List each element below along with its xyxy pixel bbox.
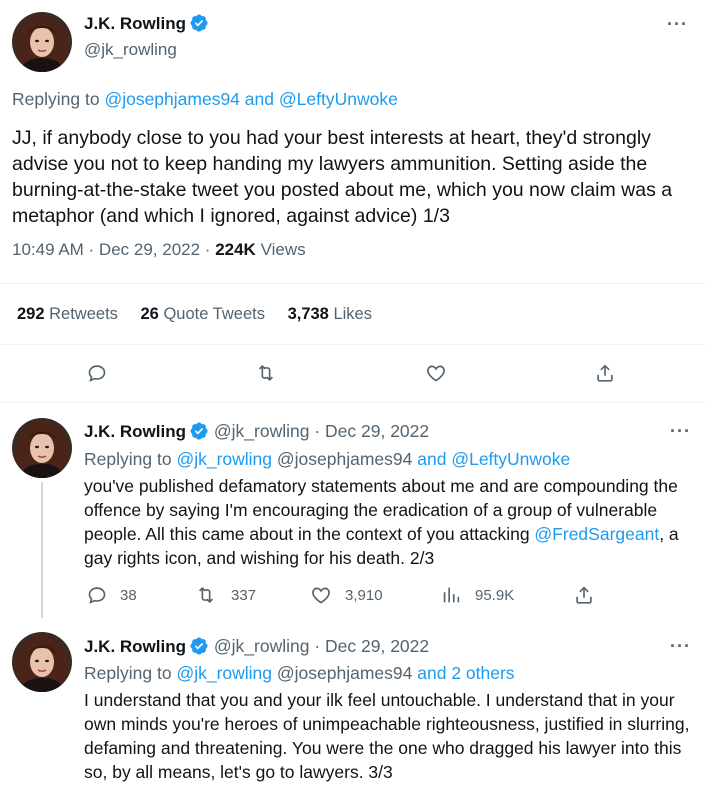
thread-line xyxy=(41,482,43,618)
reply-count: 38 xyxy=(120,586,137,604)
reply-handle[interactable]: @jk_rowling xyxy=(214,421,310,441)
mention-link[interactable]: @LeftyUnwoke xyxy=(451,449,570,469)
reply-bubble-icon xyxy=(86,584,108,606)
verified-badge-icon xyxy=(189,421,209,441)
replying-to-line: Replying to @josephjames94 and @LeftyUnw… xyxy=(12,89,398,110)
reply-text: I understand that you and your ilk feel … xyxy=(84,690,690,782)
more-options-icon[interactable]: ··· xyxy=(670,421,691,442)
retweet-count: 337 xyxy=(231,586,257,604)
views-button[interactable]: 95.9K xyxy=(440,584,514,606)
reply-avatar[interactable] xyxy=(12,632,72,692)
heart-icon xyxy=(425,362,447,384)
author-handle[interactable]: @jk_rowling xyxy=(84,40,177,60)
reply-author-name[interactable]: J.K. Rowling xyxy=(84,637,186,656)
author-name-row[interactable]: J.K. Rowling xyxy=(84,13,209,34)
divider xyxy=(0,344,705,345)
divider xyxy=(0,402,705,403)
avatar-image xyxy=(12,418,72,478)
mention-link[interactable]: @josephjames94 xyxy=(104,89,239,109)
mention-link[interactable]: @FredSargeant xyxy=(534,524,659,544)
verified-badge-icon xyxy=(189,636,209,656)
reply-date[interactable]: · Dec 29, 2022 xyxy=(314,421,429,441)
views-bar-chart-icon xyxy=(440,584,462,606)
reply-text: you've published defamatory statements a… xyxy=(84,474,696,570)
like-button[interactable]: 3,910 xyxy=(310,584,383,606)
author-avatar[interactable] xyxy=(12,12,72,72)
reply-button[interactable]: 38 xyxy=(86,584,137,606)
reply-date[interactable]: · Dec 29, 2022 xyxy=(314,636,429,656)
quotes-label: Quote Tweets xyxy=(163,305,265,323)
likes-stat[interactable]: 3,738 Likes xyxy=(288,305,372,323)
retweets-stat[interactable]: 292 Retweets xyxy=(17,305,118,323)
retweet-arrows-icon xyxy=(255,362,277,384)
retweet-button[interactable] xyxy=(255,362,277,384)
avatar-image xyxy=(12,632,72,692)
replying-user[interactable]: @josephjames94 xyxy=(277,663,412,683)
retweet-arrows-icon xyxy=(195,584,217,606)
divider xyxy=(0,283,705,284)
replying-label: Replying to xyxy=(12,89,100,109)
share-upload-icon xyxy=(594,362,616,384)
tweet-timestamp[interactable]: 10:49 AM · Dec 29, 2022 · xyxy=(12,240,210,259)
views-label: Views xyxy=(260,240,306,259)
replying-and: and xyxy=(244,89,274,109)
retweets-label: Retweets xyxy=(49,305,118,323)
views-count: 95.9K xyxy=(475,586,515,604)
views-count: 224K xyxy=(215,240,256,259)
tweet-meta: 10:49 AM · Dec 29, 2022 · 224K Views xyxy=(12,240,306,260)
mention-link[interactable]: @LeftyUnwoke xyxy=(279,89,398,109)
tweet-stats: 292 Retweets 26 Quote Tweets 3,738 Likes xyxy=(17,305,372,324)
reply-author-name[interactable]: J.K. Rowling xyxy=(84,422,186,441)
mention-link[interactable]: @jk_rowling xyxy=(176,663,272,683)
like-count: 3,910 xyxy=(345,586,383,604)
quotes-count: 26 xyxy=(140,305,159,323)
tweet-text: JJ, if anybody close to you had your bes… xyxy=(12,127,673,227)
likes-label: Likes xyxy=(333,305,372,323)
more-options-icon[interactable]: ··· xyxy=(667,14,688,35)
share-button[interactable] xyxy=(594,362,616,384)
reply-handle[interactable]: @jk_rowling xyxy=(214,636,310,656)
replying-label: Replying to xyxy=(84,449,172,469)
verified-badge-icon xyxy=(189,13,209,33)
share-upload-icon xyxy=(573,584,595,606)
replying-user[interactable]: @josephjames94 xyxy=(277,449,412,469)
retweet-button[interactable]: 337 xyxy=(195,584,256,606)
replying-to-line: Replying to @jk_rowling @josephjames94 a… xyxy=(84,449,570,470)
replying-label: Replying to xyxy=(84,663,172,683)
reply-bubble-icon xyxy=(86,362,108,384)
reply-button[interactable] xyxy=(86,362,108,384)
others-link[interactable]: 2 others xyxy=(451,663,514,683)
replying-and: and xyxy=(417,449,447,469)
replying-and: and xyxy=(417,663,447,683)
reply-avatar[interactable] xyxy=(12,418,72,478)
quotes-stat[interactable]: 26 Quote Tweets xyxy=(141,305,265,323)
avatar-image xyxy=(12,12,72,72)
replying-to-line: Replying to @jk_rowling @josephjames94 a… xyxy=(84,663,515,684)
more-options-icon[interactable]: ··· xyxy=(670,636,691,657)
likes-count: 3,738 xyxy=(287,305,329,323)
retweets-count: 292 xyxy=(17,305,45,323)
reply-header: J.K. Rowling @jk_rowling · Dec 29, 2022 xyxy=(84,636,429,657)
author-name[interactable]: J.K. Rowling xyxy=(84,14,186,33)
heart-icon xyxy=(310,584,332,606)
reply-header: J.K. Rowling @jk_rowling · Dec 29, 2022 xyxy=(84,421,429,442)
like-button[interactable] xyxy=(425,362,447,384)
share-button[interactable] xyxy=(573,584,595,606)
mention-link[interactable]: @jk_rowling xyxy=(176,449,272,469)
